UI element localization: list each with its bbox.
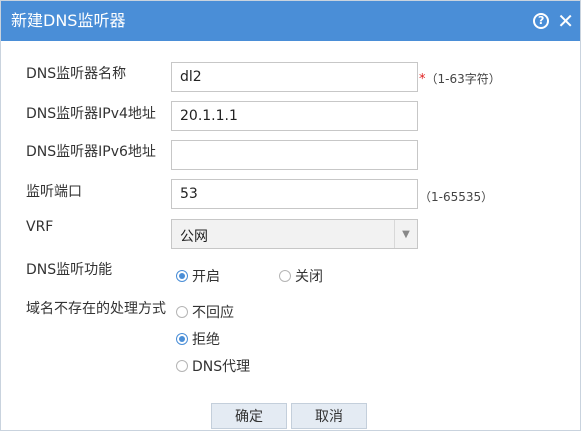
radio-unchecked-icon	[176, 360, 188, 372]
radio-no-response-label: 不回应	[192, 305, 234, 321]
radio-reject[interactable]: 拒绝	[176, 329, 220, 349]
radio-reject-label: 拒绝	[192, 332, 220, 348]
listen-port-label: 监听端口	[26, 184, 82, 200]
dialog-title: 新建DNS监听器	[11, 11, 126, 30]
listener-name-range: （1-63字符）	[425, 72, 501, 86]
vrf-select[interactable]: 公网 ▼	[171, 219, 418, 249]
close-icon[interactable]: ✕	[557, 11, 574, 31]
titlebar-icons: ? ✕	[533, 10, 574, 32]
ok-button[interactable]: 确定	[211, 403, 287, 429]
radio-dns-proxy[interactable]: DNS代理	[176, 356, 250, 376]
vrf-selected-value: 公网	[180, 229, 208, 245]
radio-listen-on-label: 开启	[192, 269, 220, 285]
radio-no-response[interactable]: 不回应	[176, 302, 234, 322]
new-dns-listener-dialog: 新建DNS监听器 ? ✕ DNS监听器名称 *（1-63字符） DNS监听器IP…	[0, 0, 581, 431]
vrf-label: VRF	[26, 219, 54, 235]
dialog-titlebar: 新建DNS监听器 ? ✕	[1, 1, 580, 41]
nonexistent-domain-handling-label: 域名不存在的处理方式	[26, 301, 166, 317]
radio-checked-icon	[176, 333, 188, 345]
radio-dns-proxy-label: DNS代理	[192, 359, 251, 375]
cancel-button[interactable]: 取消	[291, 403, 367, 429]
ipv4-address-label: DNS监听器IPv4地址	[26, 106, 156, 122]
radio-checked-icon	[176, 270, 188, 282]
radio-listen-on[interactable]: 开启	[176, 266, 220, 286]
help-icon[interactable]: ?	[533, 13, 550, 29]
listener-name-label: DNS监听器名称	[26, 66, 127, 82]
listener-name-hint: *（1-63字符）	[419, 70, 501, 87]
dns-listen-function-label: DNS监听功能	[26, 262, 113, 278]
radio-unchecked-icon	[176, 306, 188, 318]
ipv6-address-label: DNS监听器IPv6地址	[26, 144, 156, 160]
listener-name-input[interactable]	[171, 62, 418, 92]
listen-port-input[interactable]	[171, 179, 418, 209]
radio-listen-off[interactable]: 关闭	[279, 266, 323, 286]
ipv4-address-input[interactable]	[171, 101, 418, 131]
radio-listen-off-label: 关闭	[295, 269, 323, 285]
listen-port-hint: （1-65535）	[419, 190, 494, 204]
ipv6-address-input[interactable]	[171, 140, 418, 170]
triangle-down-icon[interactable]: ▼	[394, 220, 417, 248]
radio-unchecked-icon	[279, 270, 291, 282]
